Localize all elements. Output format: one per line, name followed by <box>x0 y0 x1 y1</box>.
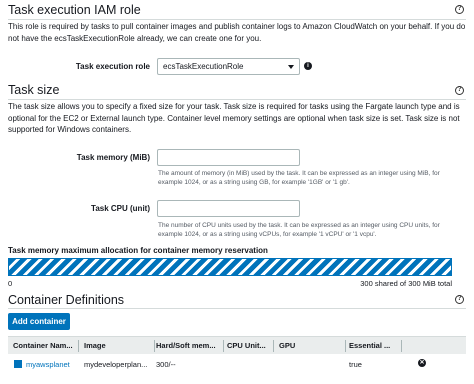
task-execution-role-select[interactable]: ecsTaskExecutionRole <box>157 58 300 75</box>
task-size-description: The task size allows you to specify a fi… <box>8 102 460 134</box>
memory-allocation-fill <box>9 259 451 275</box>
column-header-memory[interactable]: Hard/Soft mem... <box>156 341 216 350</box>
table-header: Container Nam... Image Hard/Soft mem... … <box>8 336 466 354</box>
column-header-essential[interactable]: Essential ... <box>349 341 390 350</box>
column-header-cpu[interactable]: CPU Unit... <box>227 341 266 350</box>
task-cpu-label: Task CPU (unit) <box>91 204 150 213</box>
column-divider <box>154 340 155 352</box>
memory-bar-max-label: 300 shared of 300 MiB total <box>360 279 452 288</box>
table-row[interactable]: myawsplanet mydeveloperplan... 300/-- tr… <box>8 354 466 374</box>
memory-allocation-label: Task memory maximum allocation for conta… <box>8 246 268 255</box>
iam-description: This role is required by tasks to pull c… <box>8 22 466 43</box>
container-essential-cell: true <box>349 360 362 369</box>
task-memory-hint: The amount of memory (in MiB) used by th… <box>158 170 440 186</box>
container-memory-cell: 300/-- <box>156 360 176 369</box>
dropdown-caret-icon <box>288 65 294 69</box>
memory-bar-min-label: 0 <box>8 279 13 288</box>
task-cpu-input[interactable] <box>157 200 300 217</box>
task-cpu-hint: The number of CPU units used by the task… <box>158 222 440 238</box>
column-divider <box>273 340 274 352</box>
column-header-gpu[interactable]: GPU <box>279 341 295 350</box>
containers-help-icon[interactable]: ? <box>455 295 464 304</box>
column-header-container-name[interactable]: Container Nam... <box>13 341 73 350</box>
container-image-cell: mydeveloperplan... <box>84 360 148 369</box>
add-container-button[interactable]: Add container <box>8 313 70 330</box>
task-size-title: Task size <box>8 83 60 97</box>
container-color-swatch <box>14 360 22 368</box>
iam-section-title: Task execution IAM role <box>8 3 141 17</box>
column-divider <box>78 340 79 352</box>
column-divider <box>401 340 402 352</box>
iam-divider <box>8 19 466 20</box>
task-memory-label: Task memory (MiB) <box>76 153 150 162</box>
task-memory-input[interactable] <box>157 149 300 166</box>
task-execution-role-value: ecsTaskExecutionRole <box>163 62 244 71</box>
container-name-link[interactable]: myawsplanet <box>26 360 70 369</box>
column-divider <box>345 340 346 352</box>
containers-divider <box>8 308 466 309</box>
iam-help-icon[interactable]: ? <box>455 5 464 14</box>
memory-allocation-bar <box>8 258 452 276</box>
remove-icon[interactable]: ✕ <box>418 359 426 367</box>
task-size-divider <box>8 99 466 100</box>
task-size-help-icon[interactable]: ? <box>455 86 464 95</box>
column-divider <box>223 340 224 352</box>
task-execution-role-label: Task execution role <box>75 62 150 71</box>
container-definitions-title: Container Definitions <box>8 293 125 307</box>
column-header-image[interactable]: Image <box>84 341 106 350</box>
info-icon[interactable]: i <box>304 62 312 70</box>
